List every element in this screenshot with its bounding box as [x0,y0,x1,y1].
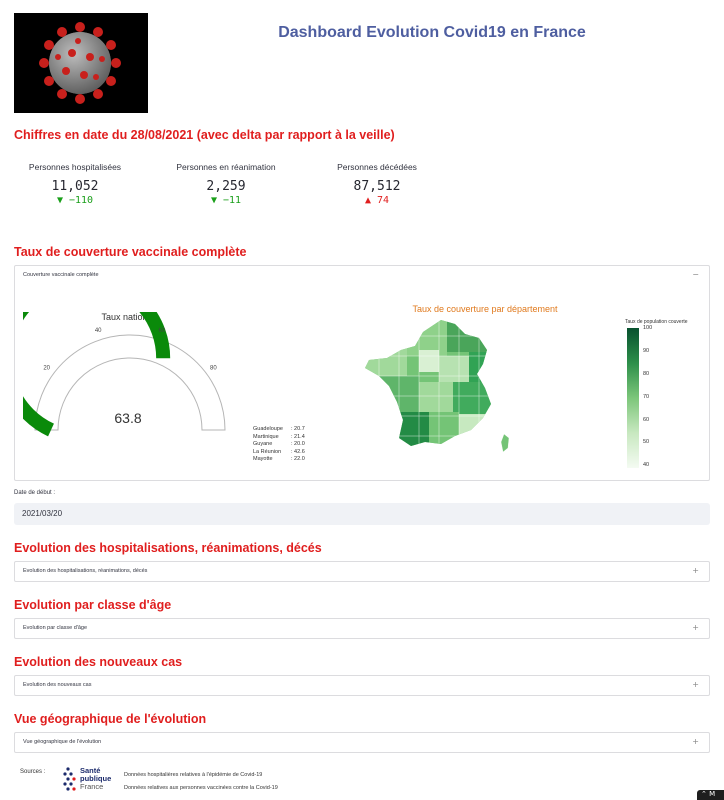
legend-title: Taux de population couverte [625,319,688,325]
legend-tick: 60 [643,417,650,423]
gauge-tick-label: 60 [158,328,165,334]
expander-header[interactable]: Evolution des hospitalisations, réanimat… [15,562,709,582]
kpi-delta: ▼ −11 [210,195,242,206]
overseas-row: Guyane: 20.0 [253,441,305,447]
expander-header[interactable]: Evolution par classe d'âge + [15,619,709,639]
overseas-table: Guadeloupe: 20.7 Martinique: 21.4 Guyane… [253,426,325,464]
date-start-label: Date de début : [14,490,56,496]
legend-tick: 90 [643,348,650,354]
kpi-hospitalisations: Personnes hospitalisées 11,052 ▼ −110 [5,162,145,206]
age-expander[interactable]: Evolution par classe d'âge + [14,618,710,639]
expander-label: Evolution des nouveaux cas [23,682,92,688]
sources-label: Sources : [20,769,46,775]
legend-colorbar [627,328,639,468]
expand-icon[interactable]: + [692,623,699,632]
expander-label: Evolution par classe d'âge [23,625,88,631]
legend-tick: 100 [643,325,653,331]
kpi-label: Personnes hospitalisées [28,162,122,172]
legend-tick: 40 [643,462,650,468]
covid-virus-image [14,13,148,113]
kpi-value: 11,052 [51,179,99,194]
expand-icon[interactable]: + [692,680,699,689]
map-title: Taux de couverture par département [412,304,558,314]
hospitalisation-section-title: Evolution des hospitalisations, réanimat… [14,541,322,555]
kpi-reanimation: Personnes en réanimation 2,259 ▼ −11 [156,162,296,206]
vaccination-section-title: Taux de couverture vaccinale complète [14,245,247,259]
date-start-input[interactable]: 2021/03/20 [14,503,710,525]
expand-icon[interactable]: + [692,566,699,575]
age-section-title: Evolution par classe d'âge [14,598,172,612]
source-link-hospital[interactable]: Données hospitalières relatives à l'épid… [124,772,262,778]
overseas-row: La Réunion: 42.6 [253,448,305,455]
page-title: Dashboard Evolution Covid19 en France [278,24,586,41]
expand-icon[interactable]: + [692,737,699,746]
expander-label: Evolution des hospitalisations, réanimat… [23,568,148,574]
france-department-map[interactable] [359,316,519,466]
kpi-delta: ▼ −110 [56,195,94,206]
national-gauge: Taux national 20 40 60 80 63.8 [23,312,233,452]
hospitalisation-expander[interactable]: Evolution des hospitalisations, réanimat… [14,561,710,582]
new-cases-expander[interactable]: Evolution des nouveaux cas + [14,675,710,696]
new-cases-section-title: Evolution des nouveaux cas [14,655,183,669]
corsica-region[interactable] [500,433,510,453]
kpi-delta: ▲ 74 [364,195,390,206]
vaccination-expander: Couverture vaccinale complète − Taux nat… [14,265,710,481]
gauge-value: 63.8 [114,410,142,426]
legend-tick: 50 [643,439,650,445]
kpi-deces: Personnes décédées 87,512 ▲ 74 [307,162,447,206]
geo-section-title: Vue géographique de l'évolution [14,712,207,726]
kpi-value: 2,259 [206,179,246,194]
kpi-value: 87,512 [353,179,401,194]
overseas-row: Guadeloupe: 20.7 [253,426,305,432]
kpi-label: Personnes en réanimation [176,162,276,172]
gauge-tick-label: 20 [43,365,50,371]
kpi-label: Personnes décédées [337,162,417,172]
summary-section-title: Chiffres en date du 28/08/2021 (avec del… [14,128,395,142]
logo-text: Santé publique France [80,766,112,791]
expander-label: Couverture vaccinale complète [23,272,99,278]
legend-tick: 70 [643,394,650,400]
geo-expander[interactable]: Vue géographique de l'évolution + [14,732,710,753]
source-link-vaccination[interactable]: Données relatives aux personnes vaccinée… [124,785,278,791]
gauge-tick-label: 40 [95,328,102,334]
gauge-tick-label: 80 [210,365,217,371]
overseas-row: Martinique: 21.4 [253,433,305,440]
vaccination-expander-header[interactable]: Couverture vaccinale complète − [15,266,709,286]
expander-header[interactable]: Evolution des nouveaux cas + [15,676,709,696]
manage-app-button[interactable]: ⌃ M [697,790,724,800]
expander-header[interactable]: Vue géographique de l'évolution + [15,733,709,753]
overseas-row: Mayotte: 22.0 [253,456,305,462]
legend-tick: 80 [643,371,650,377]
collapse-icon[interactable]: − [692,270,699,279]
expander-label: Vue géographique de l'évolution [23,739,102,745]
